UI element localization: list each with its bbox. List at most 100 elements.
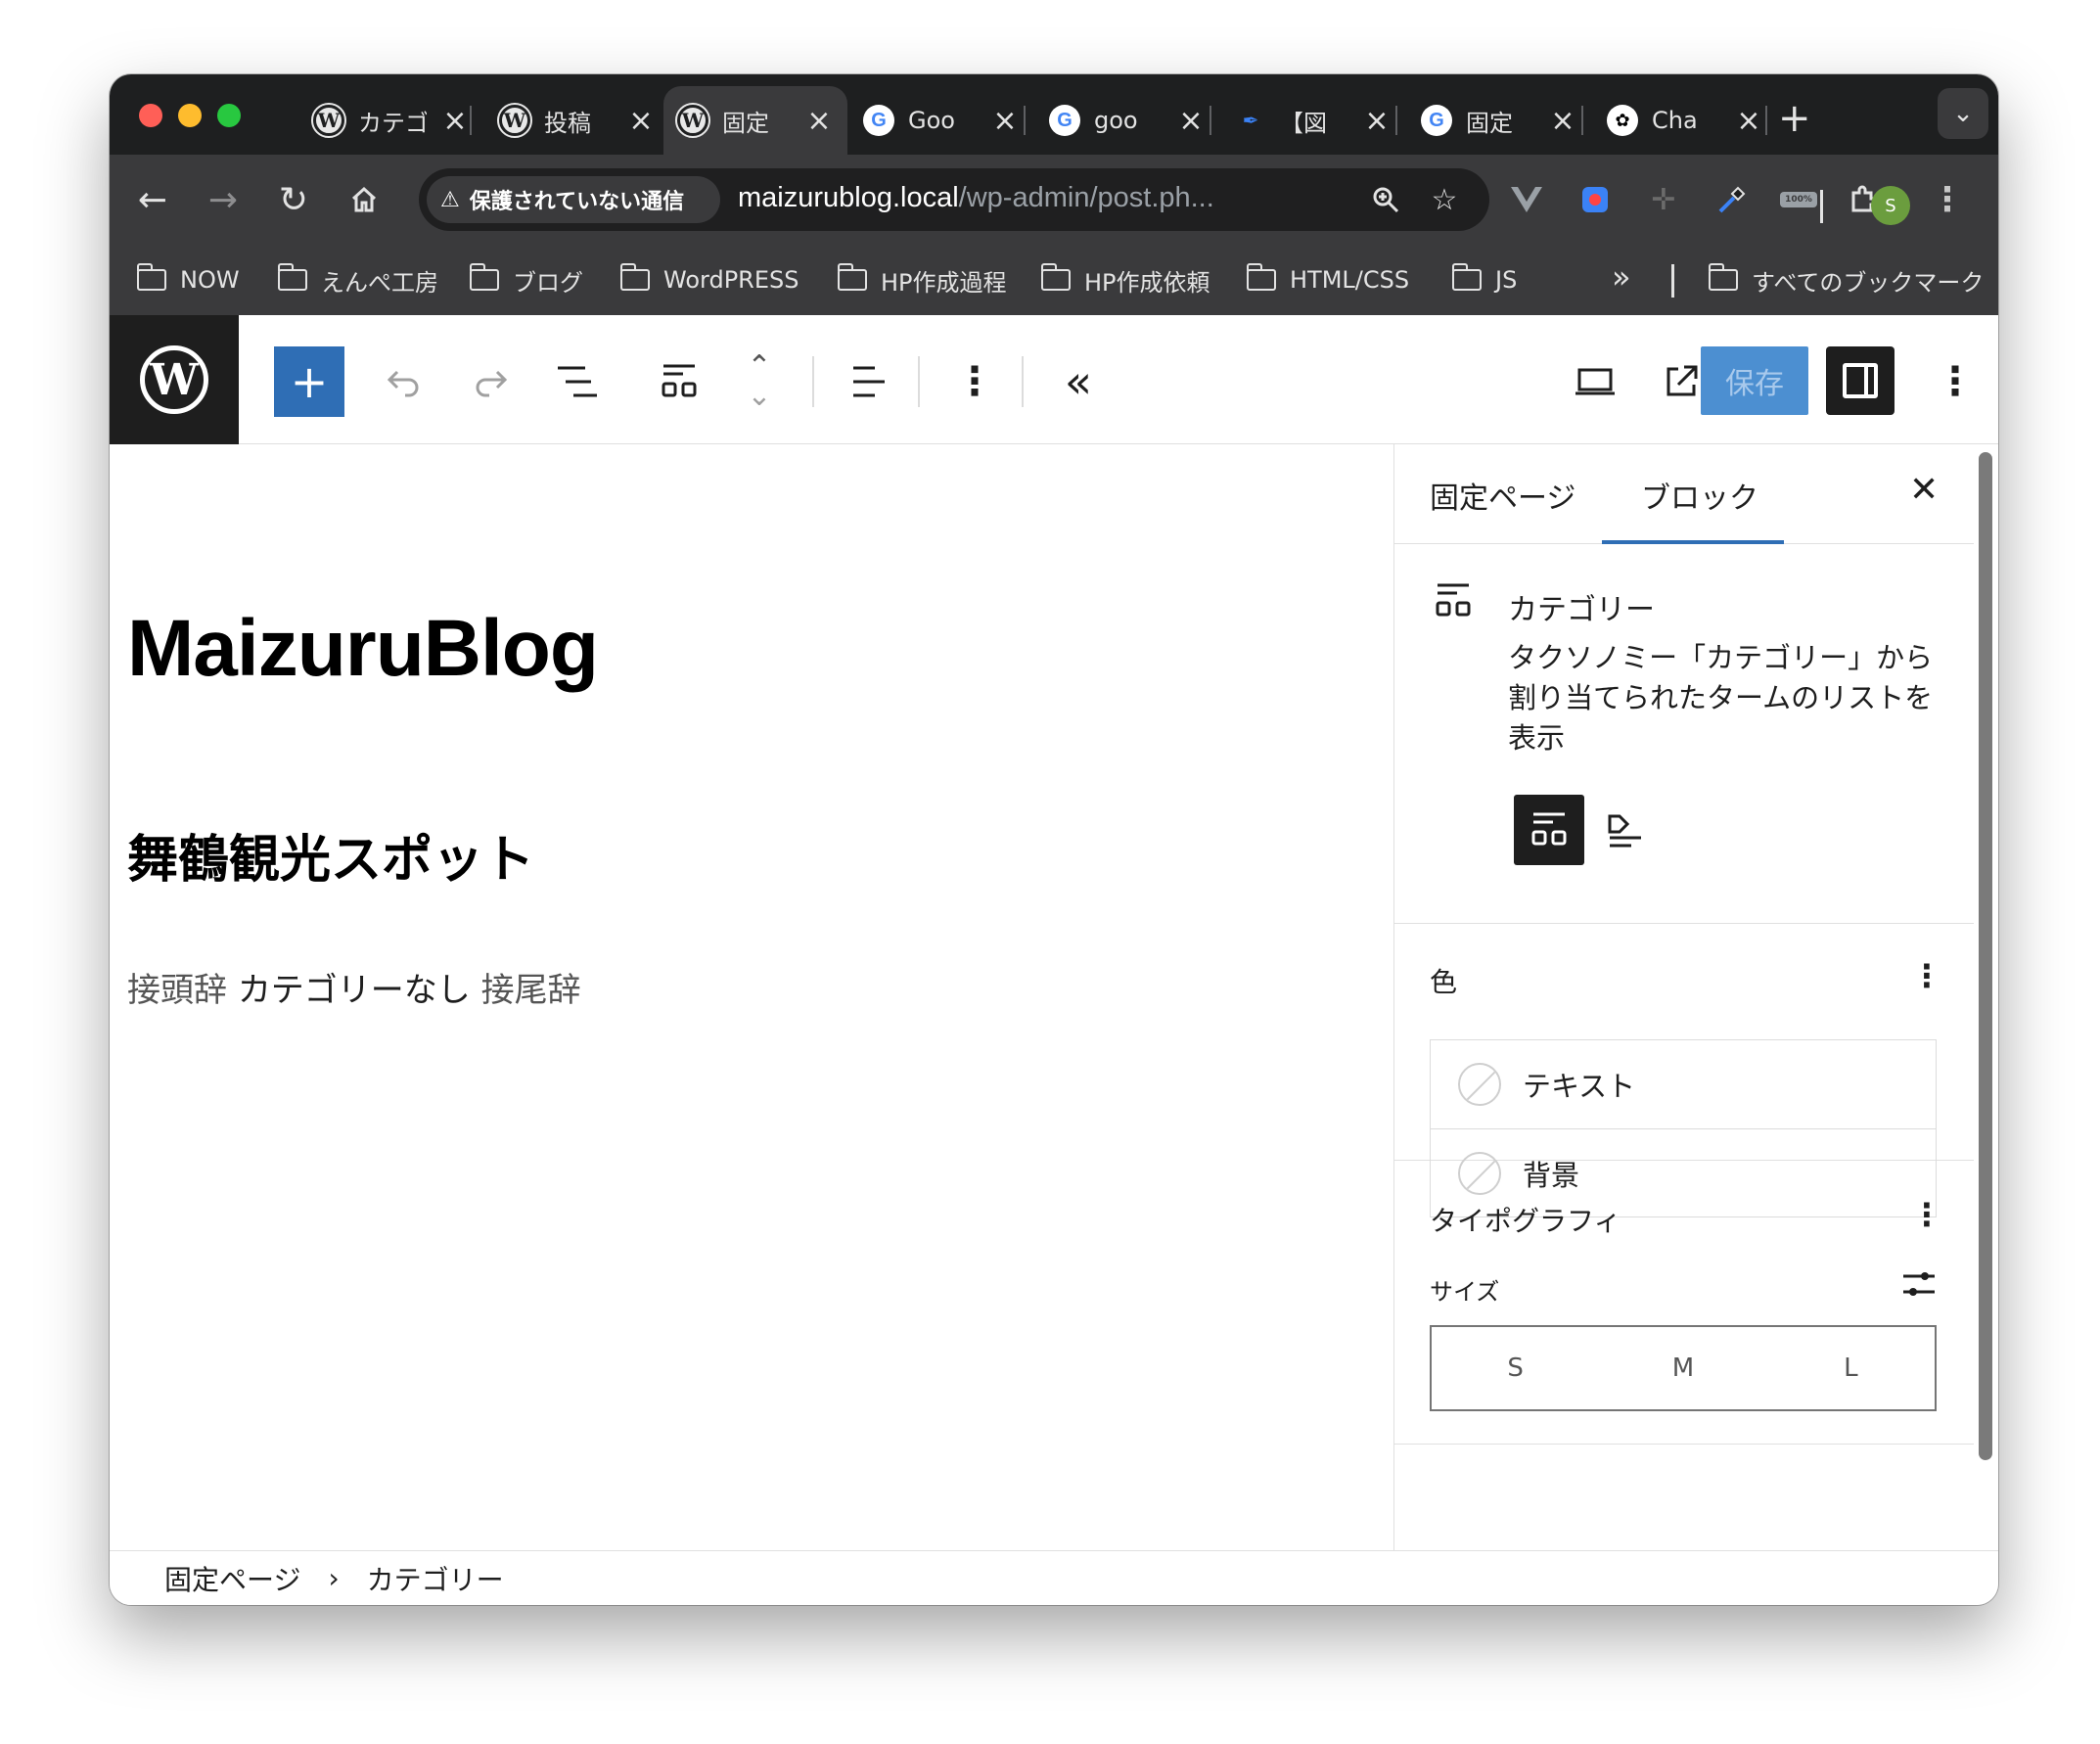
bookmark-label: ブログ <box>513 268 583 297</box>
bookmark-star-button[interactable]: ☆ <box>1425 180 1464 219</box>
minimize-window-button[interactable] <box>178 104 202 127</box>
breadcrumb-block[interactable]: カテゴリー <box>367 1559 504 1598</box>
folder-icon <box>469 263 499 291</box>
more-bookmarks-button[interactable]: » <box>1612 258 1631 296</box>
custom-size-icon[interactable] <box>1901 1268 1937 1300</box>
browser-tab[interactable]: G Goo × <box>849 86 1033 155</box>
browser-tab[interactable]: G goo × <box>1035 86 1219 155</box>
close-tab-icon[interactable]: × <box>1362 104 1392 138</box>
preview-button[interactable] <box>1562 348 1628 415</box>
block-options-button[interactable]: ⋮ <box>941 348 1008 415</box>
reload-button[interactable]: ↻ <box>270 176 317 223</box>
bookmark-folder[interactable]: HP作成過程 <box>837 262 1007 298</box>
address-bar[interactable]: ⚠ 保護されていない通信 maizurublog.local/wp-admin/… <box>419 168 1489 231</box>
close-tab-icon[interactable]: × <box>1176 104 1206 138</box>
move-block-buttons[interactable]: ⌃ ⌄ <box>726 348 793 415</box>
close-window-button[interactable] <box>139 104 162 127</box>
reload-icon: ↻ <box>278 179 309 220</box>
vue-devtools-button[interactable] <box>1507 180 1546 219</box>
eyedropper-extension-button[interactable] <box>1712 180 1752 219</box>
all-bookmarks-button[interactable]: すべてのブックマーク <box>1708 262 1984 298</box>
double-chevron-left-icon: « <box>1064 355 1093 408</box>
tab-page[interactable]: 固定ページ <box>1430 474 1575 517</box>
bookmark-folder[interactable]: HP作成依頼 <box>1040 262 1210 298</box>
typography-panel: タイポグラフィ ⋮ サイズ S M L <box>1394 1161 1974 1445</box>
close-tab-icon[interactable]: × <box>804 104 834 138</box>
new-tab-button[interactable]: + <box>1778 94 1811 143</box>
bookmark-folder[interactable]: HTML/CSS <box>1246 262 1409 298</box>
block-inserter-button[interactable]: + <box>274 346 344 417</box>
site-title[interactable]: MaizuruBlog <box>127 603 599 695</box>
profile-avatar[interactable]: S <box>1871 186 1910 225</box>
close-tab-icon[interactable]: × <box>990 104 1020 138</box>
color-panel-title: 色 <box>1430 966 1458 998</box>
arrow-left-icon: ← <box>137 179 168 220</box>
browser-menu-button[interactable]: ⋮ <box>1928 180 1967 219</box>
close-tab-icon[interactable]: × <box>626 104 656 138</box>
bookmark-folder[interactable]: えんぺ工房 <box>277 262 438 298</box>
security-chip[interactable]: ⚠ 保護されていない通信 <box>427 176 720 223</box>
block-type-button[interactable] <box>646 348 712 415</box>
back-button[interactable]: ← <box>129 176 176 223</box>
close-tab-icon[interactable]: × <box>1548 104 1577 138</box>
style-tag-list-button[interactable] <box>1590 795 1661 865</box>
zoom-extension-button[interactable]: 100% <box>1779 180 1818 219</box>
bookmark-folder[interactable]: NOW <box>136 262 240 298</box>
home-button[interactable] <box>341 176 388 223</box>
font-size-small[interactable]: S <box>1432 1327 1599 1409</box>
redo-button[interactable] <box>458 348 525 415</box>
wordpress-logo-button[interactable]: W <box>110 315 239 444</box>
browser-tab[interactable]: W 投稿 × <box>485 86 669 155</box>
categories-suffix[interactable]: 接尾辞 <box>481 971 581 1010</box>
zoom-button[interactable] <box>1366 180 1405 219</box>
breadcrumb-page[interactable]: 固定ページ <box>164 1559 300 1598</box>
color-item-label: テキスト <box>1523 1070 1636 1103</box>
bookmark-folder[interactable]: ブログ <box>469 262 583 298</box>
categories-block[interactable]: 接頭辞 カテゴリーなし 接尾辞 <box>127 963 581 1011</box>
font-size-large[interactable]: L <box>1767 1327 1935 1409</box>
url-text[interactable]: maizurublog.local/wp-admin/post.ph... <box>738 182 1214 214</box>
document-overview-button[interactable] <box>544 348 611 415</box>
bookmark-folder[interactable]: WordPRESS <box>619 262 799 298</box>
sidebar-scrollbar[interactable] <box>1979 452 1992 1460</box>
editor-canvas[interactable]: MaizuruBlog 舞鶴観光スポット 接頭辞 カテゴリーなし 接尾辞 <box>110 444 1393 1550</box>
categories-prefix[interactable]: 接頭辞 <box>127 971 227 1010</box>
chevron-down-icon[interactable]: ⌄ <box>747 382 771 411</box>
typography-panel-options-button[interactable]: ⋮ <box>1911 1196 1942 1233</box>
close-tab-icon[interactable]: × <box>1734 104 1763 138</box>
browser-tab-active[interactable]: W 固定 × <box>663 86 847 155</box>
browser-tab[interactable]: W カテゴ × <box>299 86 483 155</box>
bookmarks-bar: NOW えんぺ工房 ブログ WordPRESS HP作成過程 HP作成依頼 HT… <box>110 245 1998 315</box>
browser-tab[interactable]: G 固定 × <box>1407 86 1591 155</box>
style-categories-list-button[interactable] <box>1514 795 1584 865</box>
undo-button[interactable] <box>370 348 436 415</box>
browser-tab[interactable]: ✒ 【図 × <box>1221 86 1405 155</box>
text-color-item[interactable]: テキスト <box>1431 1040 1936 1128</box>
bookmark-folder[interactable]: JS <box>1451 262 1517 298</box>
editor-options-button[interactable]: ⋮ <box>1922 348 1988 415</box>
close-sidebar-button[interactable]: ✕ <box>1909 470 1939 510</box>
tab-search-button[interactable]: ⌄ <box>1938 88 1988 139</box>
chevron-up-icon[interactable]: ⌃ <box>747 352 771 382</box>
maximize-window-button[interactable] <box>217 104 241 127</box>
tab-block[interactable]: ブロック <box>1641 474 1758 517</box>
close-tab-icon[interactable]: × <box>440 104 470 138</box>
folder-icon <box>1040 263 1071 291</box>
tab-title: 固定 <box>1466 109 1513 137</box>
zoom-badge-icon: 100% <box>1780 192 1817 207</box>
measure-extension-button[interactable]: ✛ <box>1644 180 1683 219</box>
save-button[interactable]: 保存 <box>1701 346 1808 415</box>
forward-button[interactable]: → <box>200 176 247 223</box>
tab-separator <box>1395 106 1397 135</box>
settings-sidebar-toggle[interactable] <box>1826 346 1895 415</box>
redo-icon <box>476 370 508 397</box>
block-name: カテゴリー <box>1508 593 1655 627</box>
page-title[interactable]: 舞鶴観光スポット <box>127 818 534 892</box>
collapse-toolbar-button[interactable]: « <box>1045 348 1112 415</box>
browser-tab[interactable]: ✿ Cha × <box>1593 86 1777 155</box>
toolbar-separator <box>1022 356 1024 407</box>
record-extension-button[interactable] <box>1575 180 1615 219</box>
justification-button[interactable] <box>836 348 902 415</box>
font-size-medium[interactable]: M <box>1599 1327 1766 1409</box>
color-panel-options-button[interactable]: ⋮ <box>1911 957 1942 994</box>
